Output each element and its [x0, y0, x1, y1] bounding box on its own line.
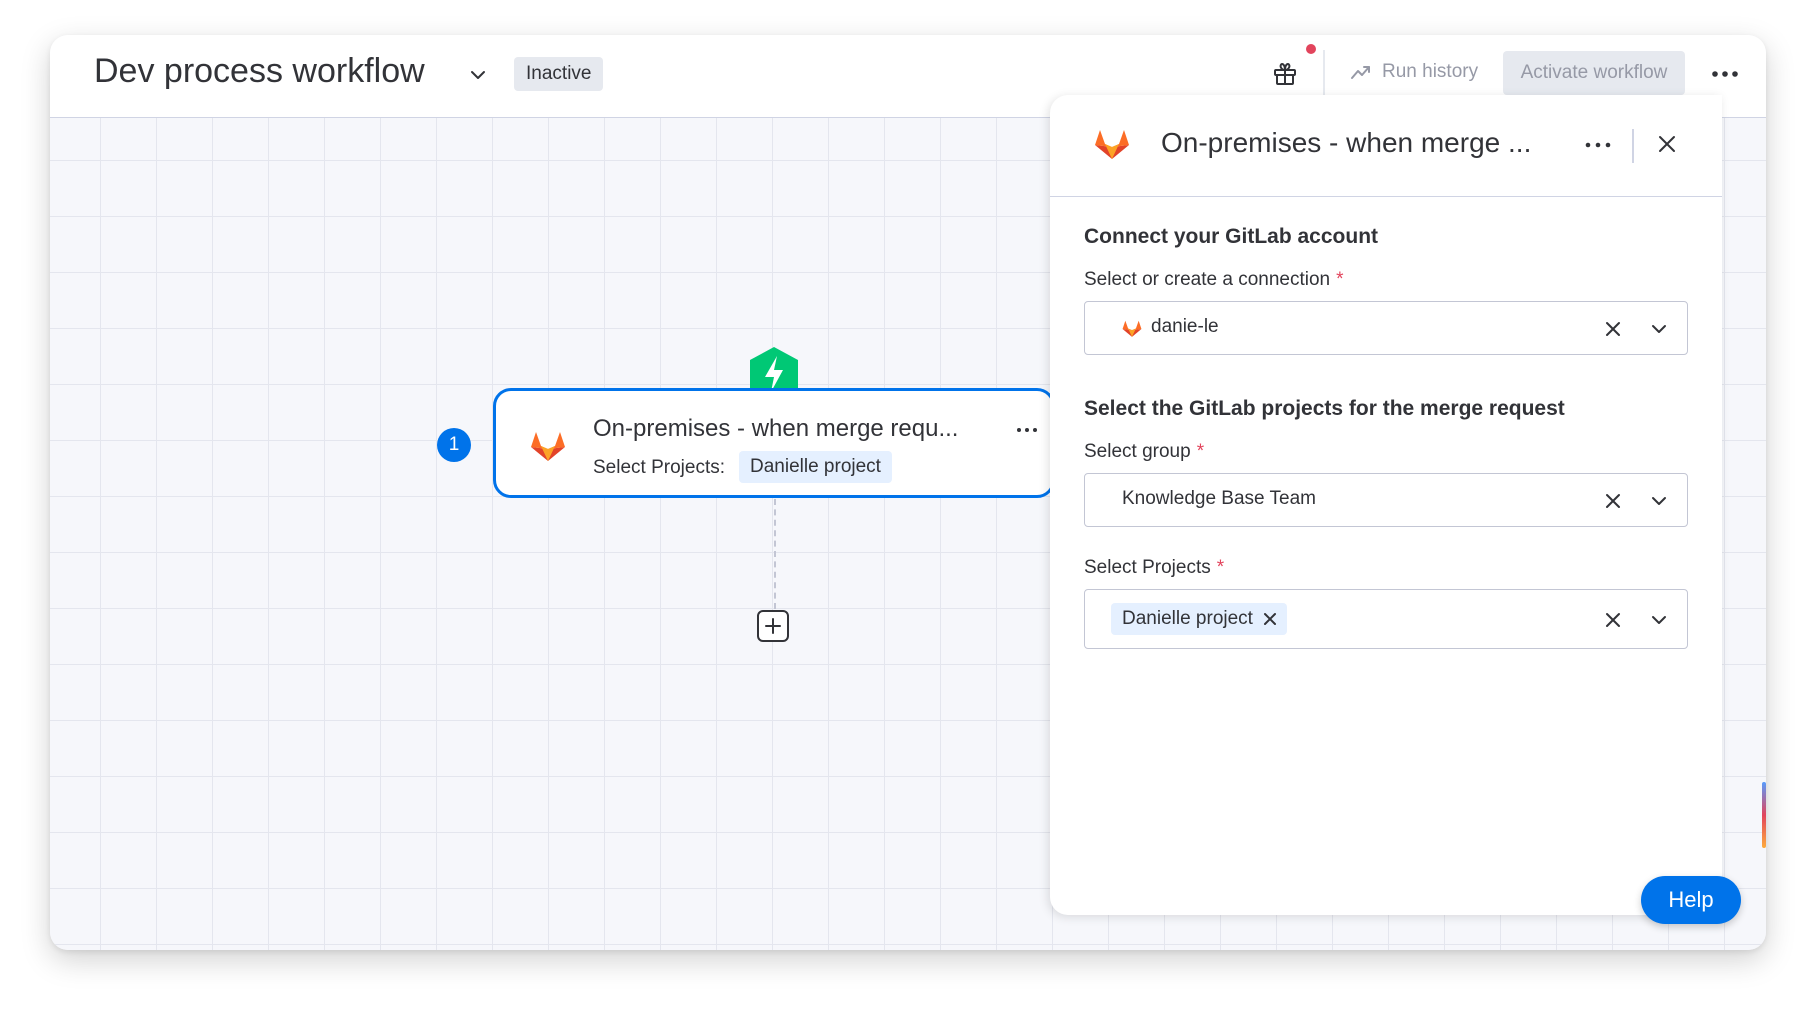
status-badge: Inactive: [514, 57, 604, 91]
group-label-text: Select group: [1084, 441, 1191, 462]
close-icon[interactable]: [1656, 133, 1678, 155]
projects-label: Select Projects *: [1084, 557, 1224, 579]
side-widget-tab[interactable]: [1762, 782, 1766, 848]
connection-value: danie-le: [1151, 316, 1219, 337]
activate-workflow-button[interactable]: Activate workflow: [1503, 51, 1685, 95]
add-step-button[interactable]: [757, 610, 789, 642]
close-icon[interactable]: [1603, 319, 1623, 339]
run-history-button[interactable]: Run history: [1350, 61, 1478, 83]
required-mark: *: [1196, 441, 1205, 462]
gitlab-icon: [1095, 130, 1129, 159]
node-projects-label: Select Projects:: [593, 457, 725, 478]
required-mark: *: [1336, 269, 1344, 290]
selected-project-chip: Danielle project: [1111, 603, 1287, 635]
more-horizontal-icon[interactable]: [1016, 425, 1038, 435]
gitlab-icon: [531, 432, 565, 461]
more-horizontal-icon[interactable]: [1710, 61, 1740, 87]
chevron-down-icon[interactable]: [1649, 491, 1669, 511]
panel-title: On-premises - when merge ...: [1161, 127, 1532, 158]
run-history-label: Run history: [1382, 61, 1479, 82]
required-mark: *: [1216, 557, 1225, 578]
notification-dot: [1306, 44, 1316, 54]
connection-label: Select or create a connection *: [1084, 269, 1344, 291]
gitlab-icon: [1122, 320, 1142, 337]
panel-header: On-premises - when merge ...: [1050, 95, 1722, 197]
close-icon[interactable]: [1603, 610, 1623, 630]
connect-account-heading: Connect your GitLab account: [1084, 225, 1379, 248]
group-value: Knowledge Base Team: [1122, 488, 1316, 509]
group-label: Select group *: [1084, 441, 1204, 463]
trigger-settings-panel: On-premises - when merge ... Connect you…: [1050, 95, 1722, 915]
chevron-down-icon[interactable]: [1649, 319, 1669, 339]
node-project-chip: Danielle project: [739, 451, 892, 483]
chevron-down-icon[interactable]: [468, 65, 488, 85]
connection-select[interactable]: danie-le: [1084, 301, 1688, 355]
help-button[interactable]: Help: [1641, 876, 1741, 924]
panel-header-divider: [1632, 129, 1634, 163]
more-horizontal-icon[interactable]: [1585, 140, 1611, 150]
close-icon[interactable]: [1603, 491, 1623, 511]
projects-label-text: Select Projects: [1084, 557, 1211, 578]
connector-line: [774, 499, 776, 609]
close-icon[interactable]: [1263, 612, 1277, 626]
connection-label-text: Select or create a connection: [1084, 269, 1331, 290]
group-select[interactable]: Knowledge Base Team: [1084, 473, 1688, 527]
gift-icon[interactable]: [1272, 61, 1298, 87]
chevron-down-icon[interactable]: [1649, 610, 1669, 630]
select-projects-heading: Select the GitLab projects for the merge…: [1084, 397, 1565, 420]
header-divider: [1323, 50, 1325, 98]
node-title: On-premises - when merge requ...: [593, 415, 959, 442]
trigger-node-card[interactable]: On-premises - when merge requ... Select …: [493, 388, 1055, 498]
step-number-badge: 1: [437, 428, 471, 462]
projects-select[interactable]: Danielle project: [1084, 589, 1688, 649]
run-history-icon: [1351, 66, 1370, 79]
plus-icon: [765, 618, 781, 634]
page-title[interactable]: Dev process workflow: [94, 52, 425, 91]
project-chip-label: Danielle project: [1122, 608, 1253, 629]
